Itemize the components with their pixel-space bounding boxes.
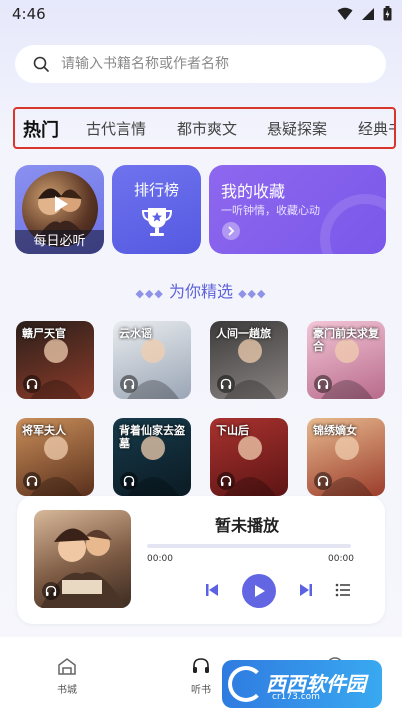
book-cover[interactable]: 将军夫人 xyxy=(16,418,94,496)
search-bar[interactable] xyxy=(15,45,386,83)
playlist-icon[interactable] xyxy=(335,583,351,597)
mini-player: 暂未播放 00:00 00:00 xyxy=(17,496,385,624)
player-progress[interactable] xyxy=(147,544,351,548)
player-time-total: 00:00 xyxy=(328,554,354,564)
status-bar: 4:46 xyxy=(0,0,402,28)
favorites-decoration xyxy=(320,194,386,254)
nav-bookstore[interactable]: 书城 xyxy=(37,655,97,696)
favorites-card[interactable]: 我的收藏 一听钟情，收藏心动 xyxy=(209,165,386,254)
section-diamond-right: ◆◆◆ xyxy=(238,287,267,300)
watermark-logo: 西西软件园 cr173.com xyxy=(222,660,382,708)
book-cover-title: 豪门前夫求复合 xyxy=(313,327,379,353)
headphones-icon xyxy=(217,472,235,490)
player-title: 暂未播放 xyxy=(214,516,279,535)
headphones-icon xyxy=(120,472,138,490)
search-input[interactable] xyxy=(61,56,361,72)
favorites-subtitle: 一听钟情，收藏心动 xyxy=(221,204,320,217)
book-cover[interactable]: 背着仙家去盗墓 xyxy=(113,418,191,496)
book-cover-title: 锦绣嫡女 xyxy=(313,424,357,437)
status-icons xyxy=(337,6,392,21)
book-cover-title: 将军夫人 xyxy=(22,424,66,437)
chevron-right-icon xyxy=(222,222,240,240)
book-cover[interactable]: 云水谣 xyxy=(113,321,191,399)
book-cover-title: 背着仙家去盗墓 xyxy=(119,424,185,450)
play-button[interactable] xyxy=(242,574,276,608)
book-cover[interactable]: 人间一趟旅 xyxy=(210,321,288,399)
player-cover[interactable] xyxy=(34,510,131,608)
headphones-icon xyxy=(120,375,138,393)
search-icon xyxy=(21,56,61,72)
ranking-card[interactable]: 排行榜 xyxy=(112,165,201,254)
watermark-url: cr173.com xyxy=(272,692,320,702)
book-cover-title: 下山后 xyxy=(216,424,249,437)
category-tabs: 热门 古代言情 都市爽文 悬疑探案 经典书 xyxy=(13,107,396,149)
book-cover-title: 赣尸天官 xyxy=(22,327,66,340)
trophy-icon xyxy=(141,208,173,236)
book-cover[interactable]: 赣尸天官 xyxy=(16,321,94,399)
section-diamond-left: ◆◆◆ xyxy=(135,287,164,300)
play-icon xyxy=(49,193,71,215)
book-cover[interactable]: 锦绣嫡女 xyxy=(307,418,385,496)
headphones-icon xyxy=(42,582,60,600)
next-icon[interactable] xyxy=(298,582,314,598)
headphones-icon xyxy=(314,472,332,490)
player-time-current: 00:00 xyxy=(147,554,173,564)
book-cover[interactable]: 下山后 xyxy=(210,418,288,496)
headphones-icon xyxy=(314,375,332,393)
tab-ancient-romance[interactable]: 古代言情 xyxy=(86,118,146,139)
tab-classic[interactable]: 经典书 xyxy=(358,118,394,139)
favorites-title: 我的收藏 xyxy=(221,182,286,201)
home-icon xyxy=(37,655,97,677)
tab-hot[interactable]: 热门 xyxy=(23,116,59,142)
nav-bookstore-label: 书城 xyxy=(57,685,77,696)
book-cover[interactable]: 豪门前夫求复合 xyxy=(307,321,385,399)
daily-listen-label: 每日必听 xyxy=(15,230,104,254)
play-icon xyxy=(255,585,265,597)
tab-mystery[interactable]: 悬疑探案 xyxy=(267,118,327,139)
wifi-icon xyxy=(337,7,353,20)
signal-icon xyxy=(362,7,374,20)
book-cover-title: 云水谣 xyxy=(119,327,152,340)
headphones-icon xyxy=(23,472,41,490)
book-cover-title: 人间一趟旅 xyxy=(216,327,271,340)
ranking-label: 排行榜 xyxy=(133,181,179,199)
headphones-icon xyxy=(217,375,235,393)
tab-urban[interactable]: 都市爽文 xyxy=(177,118,237,139)
previous-icon[interactable] xyxy=(204,582,220,598)
section-title: 为你精选 xyxy=(168,282,233,301)
status-time: 4:46 xyxy=(12,5,46,23)
headphones-icon xyxy=(23,375,41,393)
daily-listen-card[interactable]: 每日必听 xyxy=(15,165,104,254)
battery-icon xyxy=(383,6,392,21)
section-header: ◆◆◆ 为你精选 ◆◆◆ xyxy=(0,278,402,302)
watermark-emblem xyxy=(228,666,264,702)
